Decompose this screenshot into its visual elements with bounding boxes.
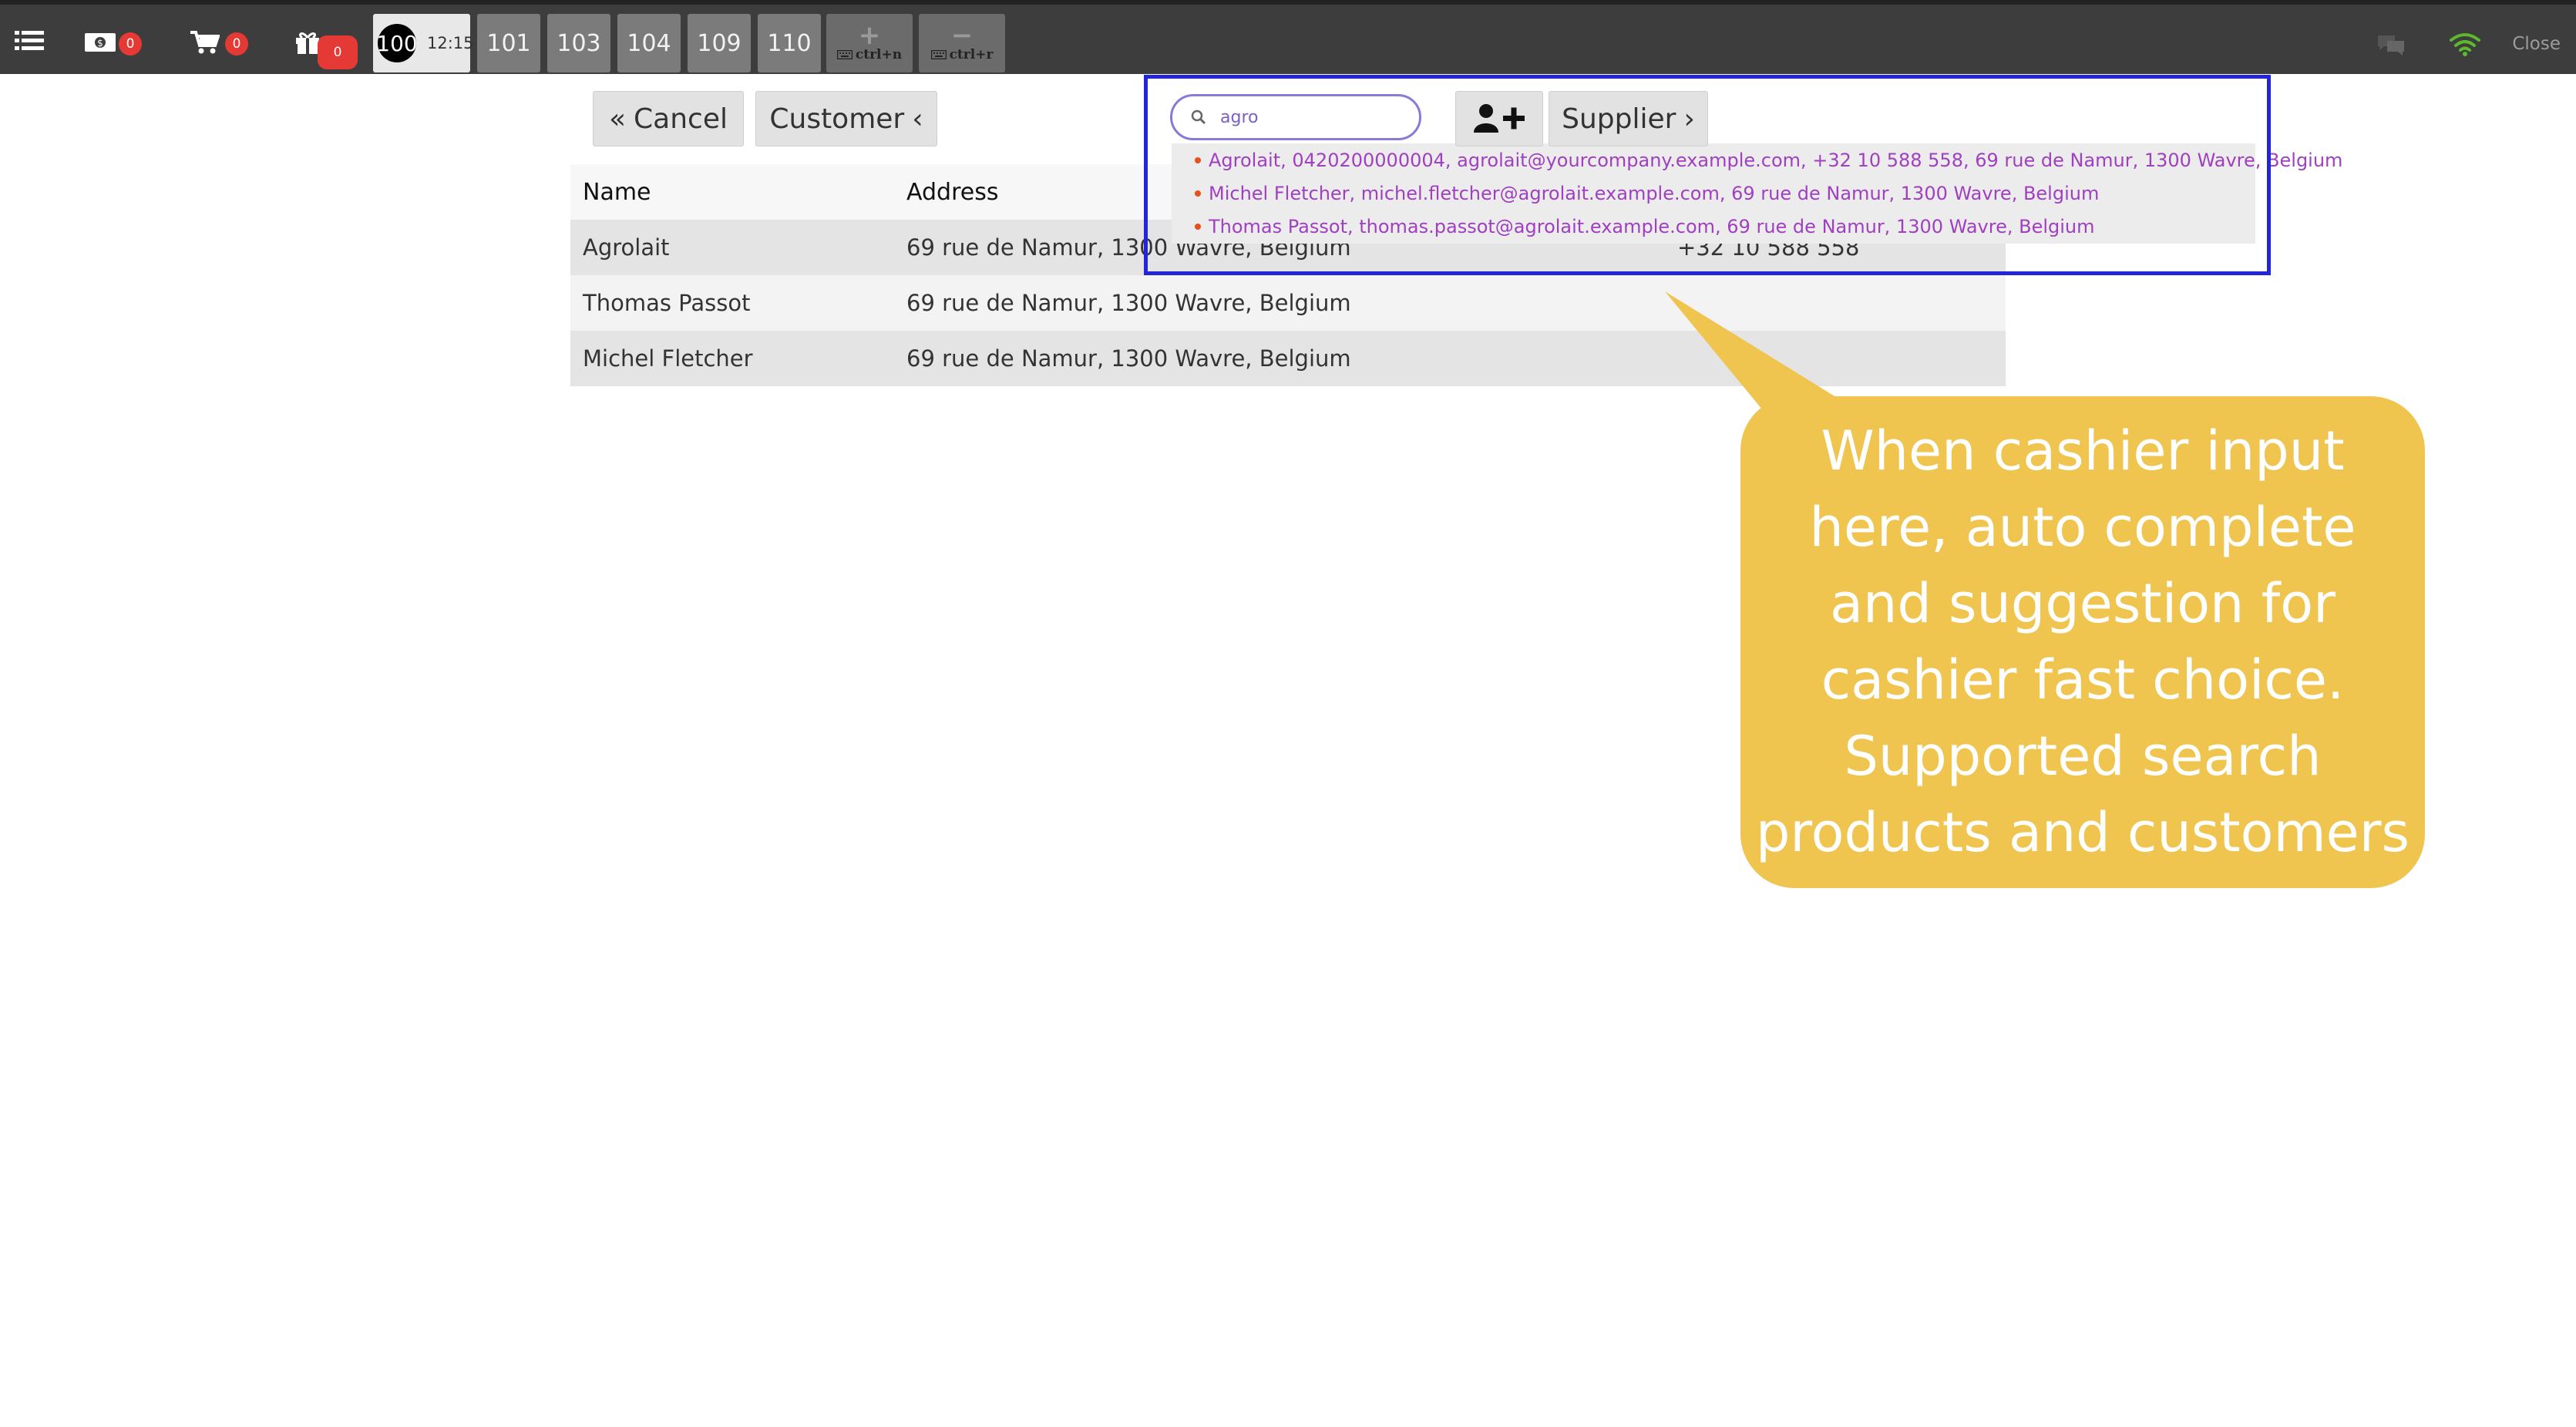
cart-icon[interactable] xyxy=(190,29,220,56)
customer-address: 69 rue de Namur, 1300 Wavre, Belgium xyxy=(906,290,1351,316)
order-tab-100[interactable]: 100 12:15 xyxy=(373,14,474,72)
callout-text: When cashier input here, auto complete a… xyxy=(1756,419,2410,864)
wifi-icon xyxy=(2448,31,2482,57)
menu-list-icon[interactable] xyxy=(14,28,45,54)
minus-icon: − xyxy=(950,20,974,51)
chat-icon[interactable] xyxy=(2376,32,2406,57)
remove-order-button[interactable]: − ctrl+r xyxy=(919,14,1005,72)
plus-icon: + xyxy=(858,20,881,51)
order-tab-101[interactable]: 101 xyxy=(477,14,540,72)
customer-address: 69 rue de Namur, 1300 Wavre, Belgium xyxy=(906,345,1351,372)
top-bar: $ 0 0 0 100 12:15 101 103 104 109 110 + … xyxy=(0,0,2576,74)
close-button[interactable]: Close xyxy=(2512,34,2561,54)
customer-name: Agrolait xyxy=(583,234,670,261)
column-header-name: Name xyxy=(583,178,651,206)
keyboard-icon xyxy=(836,50,853,59)
cancel-button[interactable]: « Cancel xyxy=(593,91,744,146)
double-chevron-left-icon: « xyxy=(609,103,627,135)
annotation-callout: When cashier input here, auto complete a… xyxy=(1740,396,2425,888)
keyboard-icon xyxy=(930,50,947,59)
order-tab-109[interactable]: 109 xyxy=(688,14,751,72)
chevron-left-icon: ‹ xyxy=(912,103,923,135)
customer-name: Michel Fletcher xyxy=(583,345,753,372)
order-tab-110[interactable]: 110 xyxy=(758,14,821,72)
table-row[interactable]: Michel Fletcher 69 rue de Namur, 1300 Wa… xyxy=(570,331,2006,386)
search-highlight-frame xyxy=(1144,75,2271,275)
order-time: 12:15 xyxy=(427,34,474,52)
cart-badge: 0 xyxy=(225,32,248,56)
order-number-badge: 100 xyxy=(376,24,418,62)
new-order-button[interactable]: + ctrl+n xyxy=(826,14,913,72)
cancel-label: Cancel xyxy=(634,103,728,135)
new-order-shortcut: ctrl+n xyxy=(855,47,903,62)
cash-badge: 0 xyxy=(119,32,142,56)
customer-label: Customer xyxy=(769,103,905,135)
remove-order-shortcut: ctrl+r xyxy=(949,47,994,62)
svg-text:$: $ xyxy=(97,38,103,49)
cash-register-icon[interactable]: $ xyxy=(83,31,117,54)
order-tab-103[interactable]: 103 xyxy=(547,14,610,72)
order-tab-104[interactable]: 104 xyxy=(617,14,681,72)
table-row[interactable]: Thomas Passot 69 rue de Namur, 1300 Wavr… xyxy=(570,275,2006,331)
customer-button[interactable]: Customer ‹ xyxy=(755,91,937,146)
customer-name: Thomas Passot xyxy=(583,290,751,316)
gift-badge: 0 xyxy=(318,35,358,69)
